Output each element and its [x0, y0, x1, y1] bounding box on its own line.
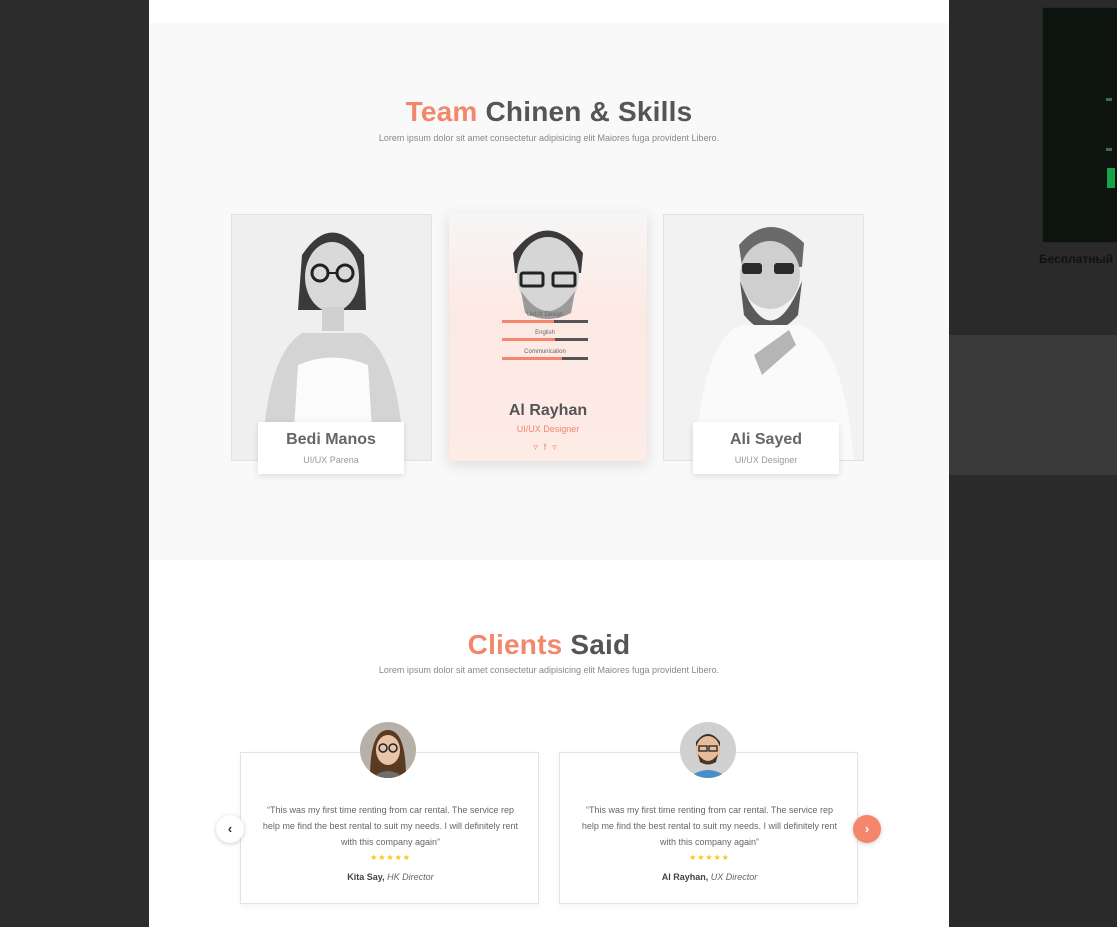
client-avatar [680, 722, 736, 778]
skill-bar-fill [502, 320, 554, 323]
clients-subtitle: Lorem ipsum dolor sit amet consectetur a… [378, 665, 720, 675]
chevron-left-icon: ‹ [227, 821, 233, 836]
skill-uiux: UI/UX Design [502, 312, 588, 323]
testimonial-quote: “This was my first time renting from car… [262, 805, 519, 847]
skill-bar-fill [502, 338, 556, 341]
author-title: HK Director [387, 872, 434, 882]
member-card-alrayhan[interactable]: UI/UX Design English Communication Al Ra… [449, 213, 647, 461]
facebook-icon[interactable]: f [544, 442, 553, 452]
twitter-icon[interactable]: ▿ [533, 442, 544, 452]
ad-caption[interactable]: Бесплатный [1039, 252, 1114, 266]
team-title: Team Chinen & Skills [149, 96, 949, 128]
skill-label: UI/UX Design [526, 312, 564, 318]
testimonial-author: Kita Say, HK Director [241, 872, 540, 882]
author-name: Al Rayhan, [661, 872, 709, 882]
team-title-accent: Team [405, 96, 478, 127]
twitter-icon[interactable]: ▿ [552, 442, 563, 452]
chevron-right-icon: › [864, 821, 870, 836]
clients-title-rest: Said [570, 629, 631, 660]
skill-communication: Communication [502, 349, 588, 360]
clients-title-accent: Clients [467, 629, 563, 660]
rating-stars: ★★★★★ [370, 853, 411, 862]
landing-page: Team Chinen & Skills Lorem ipsum dolor s… [149, 0, 949, 927]
member-role: UI/UX Parena [303, 455, 359, 465]
social-links: ▿f▿ [449, 442, 647, 453]
member-role: UI/UX Designer [516, 424, 580, 434]
rating-stars: ★★★★★ [689, 853, 730, 862]
skill-bar [502, 338, 588, 341]
skill-label: English [535, 330, 555, 336]
member-name: Ali Sayed [729, 431, 803, 448]
clients-title: Clients Said [149, 629, 949, 661]
ad-thumbnail[interactable] [1042, 7, 1117, 243]
skill-bar [502, 320, 588, 323]
member-namecard-bedi: Bedi Manos UI/UX Parena [258, 422, 404, 474]
member-name: Al Rayhan [508, 402, 588, 419]
skill-english: English [502, 330, 588, 341]
author-title: UX Director [710, 872, 758, 882]
skill-bar [502, 357, 588, 360]
member-namecard-ali: Ali Sayed UI/UX Designer [693, 422, 839, 474]
skill-label: Communication [524, 349, 566, 355]
carousel-prev-button[interactable]: ‹ [216, 815, 244, 843]
member-role: UI/UX Designer [734, 455, 798, 465]
team-title-rest: Chinen & Skills [485, 96, 693, 127]
testimonial-quote: “This was my first time renting from car… [581, 805, 838, 847]
team-subtitle: Lorem ipsum dolor sit amet consectetur a… [378, 133, 720, 143]
testimonial-author: Al Rayhan, UX Director [560, 872, 859, 882]
right-backdrop-band [949, 335, 1117, 475]
client-avatar [360, 722, 416, 778]
member-name: Bedi Manos [286, 431, 376, 448]
skill-bar-fill [502, 357, 563, 360]
carousel-next-button[interactable]: › [853, 815, 881, 843]
author-name: Kita Say, [347, 872, 385, 882]
